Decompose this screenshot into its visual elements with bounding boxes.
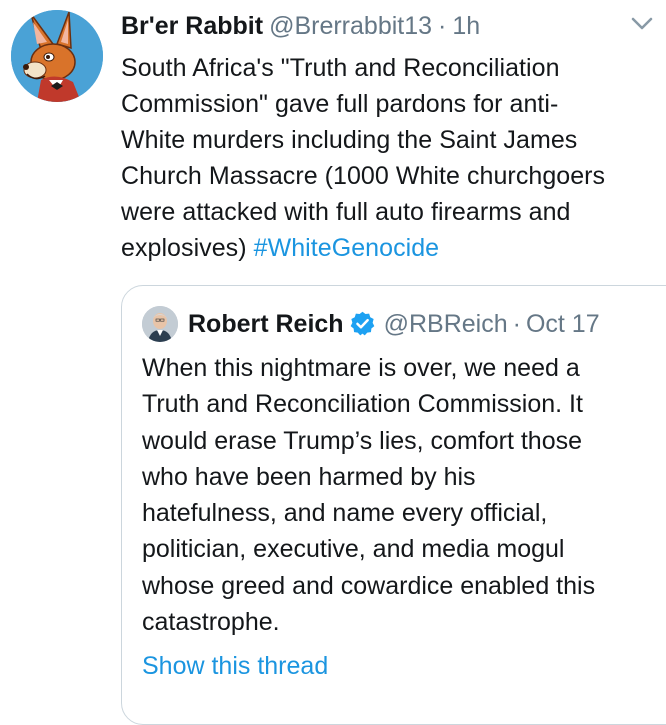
quote-separator-dot: ·	[512, 310, 521, 338]
show-thread-link[interactable]: Show this thread	[142, 648, 328, 684]
display-name[interactable]: Br'er Rabbit	[121, 12, 263, 40]
quote-header: Robert Reich @RBReich · Oct 17	[188, 304, 600, 344]
timestamp[interactable]: 1h	[452, 12, 480, 40]
quote-handle[interactable]: @RBReich	[384, 310, 508, 338]
quoted-tweet[interactable]: Robert Reich @RBReich · Oct 17 When this ni…	[121, 285, 666, 725]
separator-dot: ·	[438, 12, 447, 40]
rabbit-avatar-icon[interactable]	[11, 10, 103, 102]
tweet-text: South Africa's "Truth and Reconciliation…	[121, 50, 661, 266]
quote-text: When this nightmare is over, we need a T…	[142, 354, 596, 637]
verified-badge-icon	[349, 309, 376, 336]
tweet[interactable]: Br'er Rabbit @Brerrabbit13 · 1h South Afric…	[0, 0, 666, 725]
profile-photo-icon[interactable]	[142, 306, 178, 342]
tweet-header: Br'er Rabbit @Brerrabbit13 · 1h	[121, 8, 480, 44]
quote-timestamp[interactable]: Oct 17	[526, 310, 600, 338]
chevron-down-icon[interactable]	[630, 14, 654, 34]
hashtag-link[interactable]: #WhiteGenocide	[254, 234, 440, 262]
tweet-body: South Africa's "Truth and Reconciliation…	[121, 54, 606, 262]
user-handle[interactable]: @Brerrabbit13	[269, 12, 432, 40]
quote-display-name[interactable]: Robert Reich	[188, 310, 344, 338]
